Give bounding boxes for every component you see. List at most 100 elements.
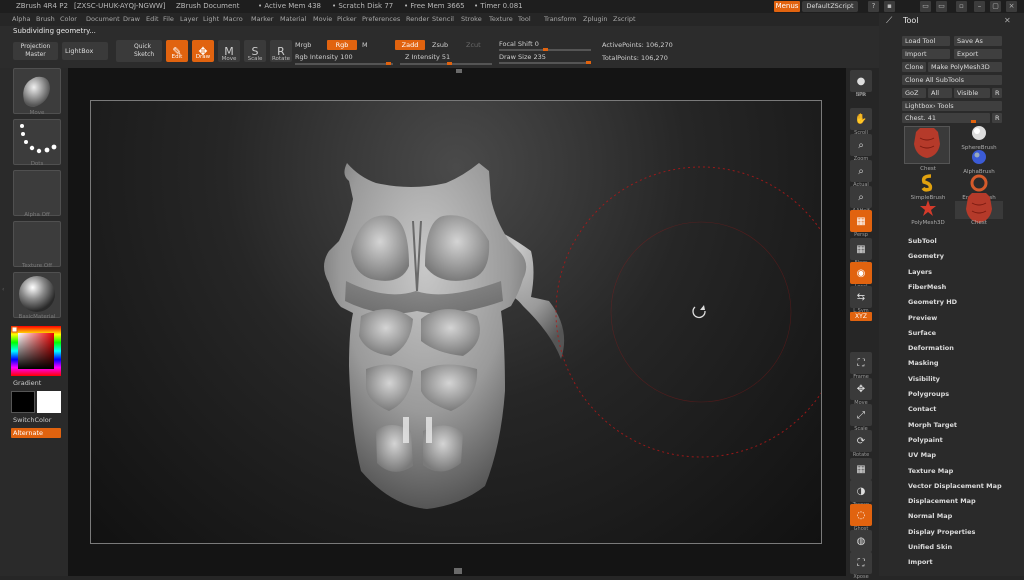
menu-macro[interactable]: Macro bbox=[223, 13, 243, 26]
xpose-button[interactable]: ⛶ bbox=[850, 552, 872, 574]
stroke-thumbnail[interactable] bbox=[13, 119, 61, 165]
goz-r-button[interactable]: R bbox=[992, 88, 1002, 98]
submenu-layers[interactable]: Layers bbox=[908, 268, 932, 276]
gradient-label[interactable]: Gradient bbox=[13, 379, 41, 387]
local-button[interactable]: ◉ bbox=[850, 262, 872, 284]
tool-palette-icon[interactable]: ⟋ bbox=[886, 16, 892, 26]
submenu-contact[interactable]: Contact bbox=[908, 405, 936, 413]
tool-thumb-spherebrush[interactable] bbox=[955, 126, 1003, 144]
submenu-visibility[interactable]: Visibility bbox=[908, 375, 940, 383]
maximize-icon[interactable]: ▢ bbox=[990, 1, 1001, 12]
load-tool-button[interactable]: Load Tool bbox=[902, 36, 950, 46]
clone-button[interactable]: Clone bbox=[902, 62, 926, 72]
goz-button[interactable]: GoZ bbox=[902, 88, 926, 98]
move-button[interactable]: ✥ bbox=[850, 378, 872, 400]
menu-tool[interactable]: Tool bbox=[518, 13, 531, 26]
tool-thumb-simplebrush[interactable] bbox=[904, 174, 952, 194]
bottom-scroll-handle[interactable] bbox=[454, 568, 462, 574]
floor-button[interactable]: ▦ bbox=[850, 238, 872, 260]
transp-button[interactable]: ◑ bbox=[850, 480, 872, 502]
menu-stroke[interactable]: Stroke bbox=[461, 13, 482, 26]
palette-close-icon[interactable]: ✕ bbox=[1004, 16, 1011, 25]
rgb-intensity-slider[interactable]: Rgb Intensity 100 bbox=[295, 53, 353, 61]
focal-shift-knob[interactable] bbox=[543, 48, 548, 51]
menu-material[interactable]: Material bbox=[280, 13, 306, 26]
submenu-deformation[interactable]: Deformation bbox=[908, 344, 954, 352]
goz-all-button[interactable]: All bbox=[928, 88, 952, 98]
tool-thumb-polymesh3d[interactable] bbox=[904, 200, 952, 219]
alpha-thumbnail[interactable] bbox=[13, 170, 61, 216]
spix-slider[interactable]: SPix bbox=[846, 92, 876, 98]
alternate-button[interactable]: Alternate bbox=[11, 428, 61, 438]
texture-thumbnail[interactable] bbox=[13, 221, 61, 267]
menu-file[interactable]: File bbox=[163, 13, 174, 26]
menu-marker[interactable]: Marker bbox=[251, 13, 273, 26]
menu-picker[interactable]: Picker bbox=[337, 13, 356, 26]
lightbox-button[interactable]: LightBox bbox=[62, 42, 108, 60]
focal-shift-slider[interactable]: Focal Shift 0 bbox=[499, 40, 539, 48]
submenu-polypaint[interactable]: Polypaint bbox=[908, 436, 943, 444]
layout-icon[interactable]: ▪ bbox=[884, 1, 895, 12]
rotate-button[interactable]: ⟳ bbox=[850, 430, 872, 452]
submenu-unified-skin[interactable]: Unified Skin bbox=[908, 543, 952, 551]
submenu-normal-map[interactable]: Normal Map bbox=[908, 512, 952, 520]
submenu-display-properties[interactable]: Display Properties bbox=[908, 528, 975, 536]
switchcolor-button[interactable]: SwitchColor bbox=[13, 416, 51, 424]
goz-visible-button[interactable]: Visible bbox=[954, 88, 990, 98]
minimize-icon[interactable]: – bbox=[974, 1, 985, 12]
menu-movie[interactable]: Movie bbox=[313, 13, 332, 26]
import-button[interactable]: Import bbox=[902, 49, 950, 59]
brush-thumbnail[interactable] bbox=[13, 68, 61, 114]
scroll-button[interactable]: ✋ bbox=[850, 108, 872, 130]
menu-edit[interactable]: Edit bbox=[146, 13, 159, 26]
menu-texture[interactable]: Texture bbox=[489, 13, 513, 26]
menu-stencil[interactable]: Stencil bbox=[432, 13, 454, 26]
bpr-button[interactable]: ● bbox=[850, 70, 872, 92]
draw-size-track[interactable] bbox=[499, 62, 591, 64]
menu-draw[interactable]: Draw bbox=[123, 13, 140, 26]
menu-preferences[interactable]: Preferences bbox=[362, 13, 400, 26]
mrgb-button[interactable]: Mrgb bbox=[295, 41, 311, 49]
tool-thumb-chest[interactable] bbox=[904, 126, 950, 164]
draw-size-slider[interactable]: Draw Size 235 bbox=[499, 53, 546, 61]
scale-button[interactable]: ⤢ bbox=[850, 404, 872, 426]
menu-transform[interactable]: Transform bbox=[544, 13, 576, 26]
top-scroll-handle[interactable] bbox=[456, 69, 462, 73]
save-as-button[interactable]: Save As bbox=[954, 36, 1002, 46]
menu-color[interactable]: Color bbox=[60, 13, 77, 26]
chest-r-button[interactable]: R bbox=[992, 113, 1002, 123]
tool-thumb-chest[interactable] bbox=[955, 193, 1003, 223]
main-color-swatch[interactable] bbox=[37, 391, 61, 413]
menu-light[interactable]: Light bbox=[203, 13, 219, 26]
submenu-preview[interactable]: Preview bbox=[908, 314, 937, 322]
submenu-import[interactable]: Import bbox=[908, 558, 933, 566]
zadd-button[interactable]: Zadd bbox=[395, 40, 425, 50]
draw-size-knob[interactable] bbox=[586, 61, 591, 64]
close-icon[interactable]: × bbox=[1006, 1, 1017, 12]
lightbox-tools-button[interactable]: Lightbox› Tools bbox=[902, 101, 1002, 111]
submenu-surface[interactable]: Surface bbox=[908, 329, 936, 337]
submenu-masking[interactable]: Masking bbox=[908, 359, 939, 367]
viewport[interactable] bbox=[90, 100, 822, 544]
menu-brush[interactable]: Brush bbox=[36, 13, 55, 26]
aahalf-button[interactable]: ⌕ bbox=[850, 186, 872, 208]
left-collapse-arrow[interactable]: ‹ bbox=[2, 286, 4, 293]
clone-all-subtools-button[interactable]: Clone All SubTools bbox=[902, 75, 1002, 85]
actual-button[interactable]: ⌕ bbox=[850, 160, 872, 182]
frame-icon[interactable]: ▭ bbox=[936, 1, 947, 12]
secondary-color-swatch[interactable] bbox=[11, 391, 35, 413]
lock-icon[interactable]: ▫ bbox=[956, 1, 967, 12]
zoom-button[interactable]: ⌕ bbox=[850, 134, 872, 156]
z-intensity-knob[interactable] bbox=[447, 62, 452, 65]
ghost-button[interactable]: ◌ bbox=[850, 504, 872, 526]
menu-render[interactable]: Render bbox=[406, 13, 429, 26]
menu-zscript[interactable]: Zscript bbox=[613, 13, 636, 26]
polyf-button[interactable]: ▦ bbox=[850, 458, 872, 480]
menus-button[interactable]: Menus bbox=[774, 1, 800, 12]
submenu-geometry-hd[interactable]: Geometry HD bbox=[908, 298, 957, 306]
default-zscript-button[interactable]: DefaultZScript bbox=[802, 1, 858, 12]
z-intensity-track[interactable] bbox=[400, 63, 492, 65]
submenu-texture-map[interactable]: Texture Map bbox=[908, 467, 953, 475]
rgb-intensity-track[interactable] bbox=[295, 63, 393, 65]
persp-button[interactable]: ▦ bbox=[850, 210, 872, 232]
